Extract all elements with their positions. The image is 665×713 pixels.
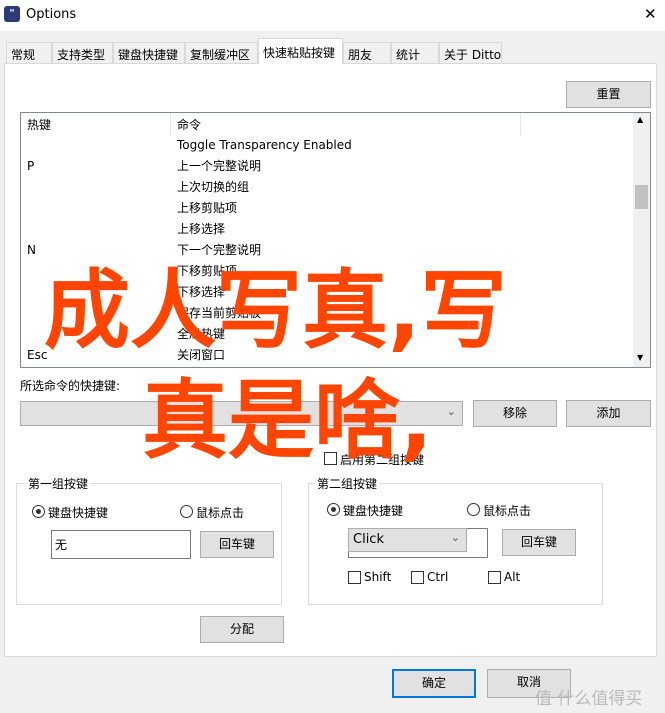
row-hotkey[interactable]: P — [27, 156, 34, 177]
row-command[interactable]: 上移剪贴项 — [177, 198, 237, 219]
group1-mouse-radio[interactable] — [180, 505, 193, 518]
group1-keyboard-label: 键盘快捷键 — [48, 506, 109, 520]
assign-button[interactable]: 分配 — [200, 616, 284, 643]
tab-general[interactable]: 常规 — [6, 42, 52, 63]
watermark-logo: 值 什么值得买 — [535, 689, 643, 709]
row-command[interactable]: 上移选择 — [177, 219, 225, 240]
ok-button[interactable]: 确定 — [392, 669, 476, 698]
selected-shortcut-label: 所选命令的快捷键: — [20, 379, 121, 393]
chevron-down-icon: ⌄ — [446, 405, 456, 418]
scroll-thumb[interactable] — [635, 185, 648, 209]
alt-label: Alt — [504, 570, 521, 584]
group2-mouse-combo[interactable]: Click ⌄ — [348, 528, 467, 552]
group1-mouse-label: 鼠标点击 — [196, 506, 245, 520]
row-command[interactable]: 上一个完整说明 — [177, 156, 261, 177]
column-command[interactable]: 命令 — [171, 113, 521, 135]
group2-combo-value: Click — [353, 532, 384, 547]
row-hotkey[interactable]: N — [27, 240, 36, 261]
chevron-down-icon: ⌄ — [450, 531, 460, 544]
shift-label: Shift — [364, 570, 392, 584]
group2-keyboard-radio[interactable] — [327, 503, 340, 516]
group2-enter-button[interactable]: 回车键 — [502, 529, 576, 556]
scroll-down-icon[interactable]: ▼ — [637, 353, 643, 362]
group2-mouse-label: 鼠标点击 — [483, 504, 532, 518]
row-command[interactable]: 下一个完整说明 — [177, 240, 261, 261]
scrollbar[interactable]: ▲ ▼ — [633, 113, 650, 367]
overlay-text-line1: 成人写真,写 — [44, 261, 507, 361]
alt-checkbox[interactable] — [488, 571, 501, 584]
ctrl-label: Ctrl — [427, 570, 449, 584]
reset-button[interactable]: 重置 — [566, 81, 651, 108]
row-command[interactable]: Toggle Transparency Enabled — [177, 135, 352, 156]
group1-enter-button[interactable]: 回车键 — [200, 531, 274, 558]
add-button[interactable]: 添加 — [566, 400, 651, 427]
tab-copy-buffer[interactable]: 复制缓冲区 — [185, 42, 258, 63]
shift-checkbox[interactable] — [348, 571, 361, 584]
tab-about[interactable]: 关于 Ditto — [439, 42, 502, 63]
tab-keyboard[interactable]: 键盘快捷键 — [113, 42, 185, 63]
group1-title: 第一组按键 — [26, 475, 91, 492]
app-icon: " — [4, 6, 20, 22]
window-title: Options — [26, 7, 77, 22]
remove-button[interactable]: 移除 — [473, 400, 557, 427]
tab-quick-paste[interactable]: 快速粘贴按键 — [258, 38, 343, 64]
group1-hotkey-input[interactable]: 无 — [51, 530, 191, 559]
tab-stats[interactable]: 统计 — [391, 42, 439, 63]
group2-title: 第二组按键 — [315, 475, 380, 492]
tab-friends[interactable]: 朋友 — [343, 42, 391, 63]
tab-types[interactable]: 支持类型 — [52, 42, 113, 63]
close-icon[interactable]: ✕ — [644, 5, 657, 23]
group1-keyboard-radio[interactable] — [32, 505, 45, 518]
title-bar — [0, 0, 665, 31]
group2-mouse-radio[interactable] — [467, 503, 480, 516]
column-hotkey[interactable]: 热键 — [21, 113, 171, 135]
group2-keyboard-label: 键盘快捷键 — [343, 504, 404, 518]
row-command[interactable]: 上次切换的组 — [177, 177, 249, 198]
scroll-up-icon[interactable]: ▲ — [637, 115, 643, 124]
overlay-text-line2: 真是啥, — [142, 371, 433, 471]
ctrl-checkbox[interactable] — [411, 571, 424, 584]
